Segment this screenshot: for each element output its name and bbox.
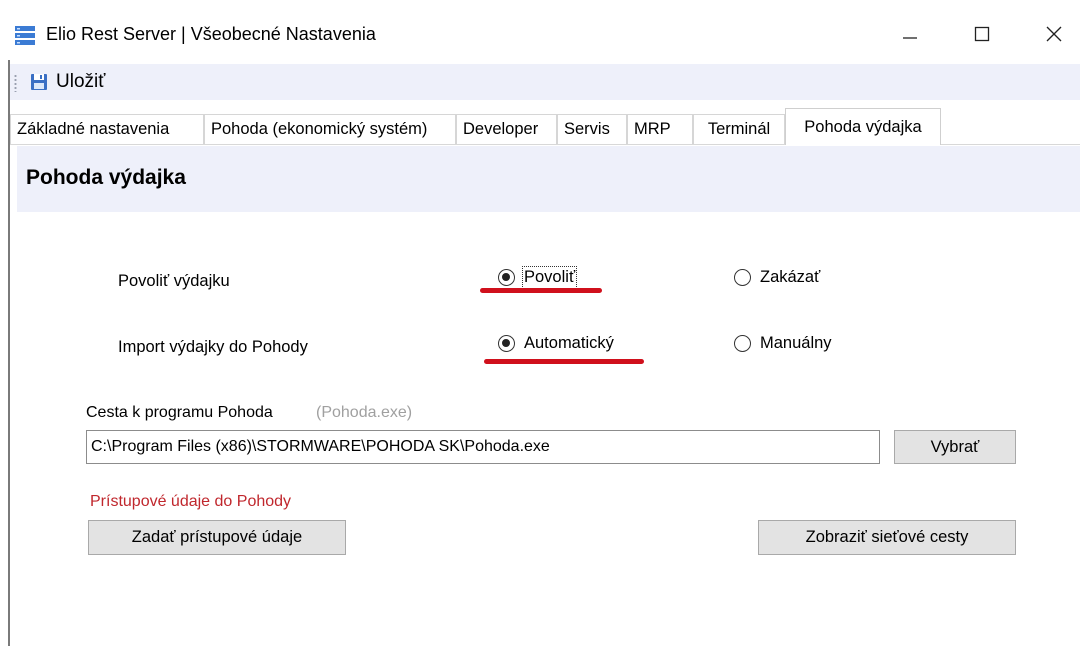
radio-label: Automatický	[524, 334, 614, 352]
save-button-label: Uložiť	[56, 71, 106, 92]
maximize-button[interactable]	[958, 14, 1006, 54]
minimize-button[interactable]	[886, 14, 934, 54]
tab-pohoda-ekonomicky-system[interactable]: Pohoda (ekonomický systém)	[204, 114, 456, 144]
enable-issue-label: Povoliť výdajku	[118, 272, 230, 290]
radio-selected-icon	[498, 335, 515, 352]
credentials-label: Prístupové údaje do Pohody	[90, 493, 292, 510]
annotation-underline	[484, 359, 644, 364]
save-button[interactable]: Uložiť	[24, 66, 111, 98]
page-title: Pohoda výdajka	[26, 166, 186, 189]
radio-enable-deny[interactable]: Zakázať	[734, 268, 820, 287]
close-button[interactable]	[1030, 14, 1078, 54]
radio-label: Manuálny	[760, 334, 832, 352]
window-left-border	[8, 60, 10, 646]
browse-button[interactable]: Vybrať	[894, 430, 1016, 464]
browse-button-label: Vybrať	[930, 437, 980, 456]
floppy-disk-icon	[31, 74, 47, 90]
tab-label: Servis	[564, 120, 610, 138]
show-network-paths-button-label: Zobraziť sieťové cesty	[805, 528, 969, 546]
radio-unselected-icon	[734, 335, 751, 352]
annotation-underline	[480, 288, 602, 293]
enter-credentials-button[interactable]: Zadať prístupové údaje	[88, 520, 346, 555]
radio-enable-allow[interactable]: Povoliť	[498, 266, 578, 289]
server-stack-icon	[14, 26, 36, 46]
tab-servis[interactable]: Servis	[557, 114, 627, 144]
radio-selected-icon	[498, 269, 515, 286]
tab-label: Pohoda (ekonomický systém)	[211, 120, 428, 138]
tab-zakladne-nastavenia[interactable]: Základné nastavenia	[10, 114, 204, 144]
import-issue-label: Import výdajky do Pohody	[118, 338, 308, 356]
show-network-paths-button[interactable]: Zobraziť sieťové cesty	[758, 520, 1016, 555]
toolbar	[10, 64, 1080, 100]
toolbar-grip[interactable]	[14, 74, 17, 92]
tab-mrp[interactable]: MRP	[627, 114, 693, 144]
radio-label: Zakázať	[760, 268, 821, 286]
tab-label: MRP	[634, 120, 671, 138]
maximize-icon	[974, 26, 990, 42]
tab-label: Developer	[463, 120, 539, 138]
tab-label: Pohoda výdajka	[804, 117, 922, 136]
program-path-label: Cesta k programu Pohoda	[86, 404, 273, 421]
tab-developer[interactable]: Developer	[456, 114, 557, 144]
radio-import-automatic[interactable]: Automatický	[498, 334, 614, 353]
radio-label: Povoliť	[521, 266, 578, 289]
tab-terminal[interactable]: Terminál	[693, 114, 785, 144]
tab-label: Terminál	[707, 120, 771, 138]
close-icon	[1046, 26, 1062, 42]
tab-label: Základné nastavenia	[17, 120, 170, 138]
minimize-icon	[903, 37, 917, 39]
window-title: Elio Rest Server | Všeobecné Nastavenia	[46, 24, 376, 44]
program-path-input[interactable]	[86, 430, 880, 464]
enter-credentials-button-label: Zadať prístupové údaje	[131, 528, 303, 546]
program-path-hint: (Pohoda.exe)	[316, 404, 413, 421]
radio-unselected-icon	[734, 269, 751, 286]
radio-import-manual[interactable]: Manuálny	[734, 334, 832, 353]
tab-pohoda-vydajka[interactable]: Pohoda výdajka	[785, 108, 941, 145]
